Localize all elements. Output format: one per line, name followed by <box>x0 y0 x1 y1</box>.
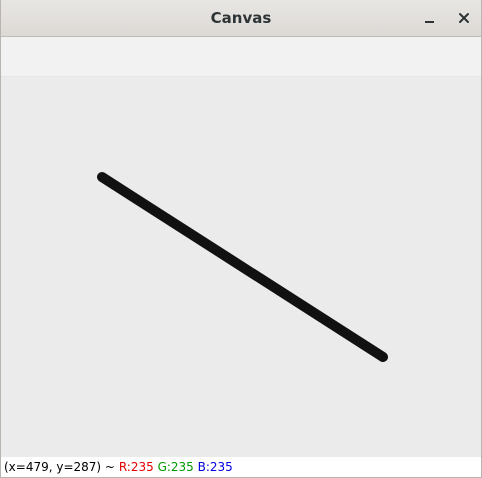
canvas-surface[interactable] <box>1 77 481 457</box>
pixel-green-value: G:235 <box>157 460 194 474</box>
status-bar: (x=479, y=287) ~ R:235 G:235 B:235 <box>1 457 481 477</box>
close-icon <box>459 13 469 23</box>
pixel-blue-value: B:235 <box>197 460 233 474</box>
close-button[interactable] <box>454 8 474 28</box>
cursor-coordinates: (x=479, y=287) ~ <box>4 460 115 474</box>
toolbar <box>1 37 481 77</box>
app-window: Canvas (x=479, y=287) ~ R:235 G:235 B:23… <box>0 0 482 478</box>
title-bar[interactable]: Canvas <box>1 0 481 37</box>
minimize-icon <box>425 21 434 23</box>
window-title: Canvas <box>210 9 272 27</box>
drawn-line <box>97 172 388 362</box>
minimize-button[interactable] <box>420 8 440 28</box>
pixel-red-value: R:235 <box>118 460 154 474</box>
drawing-canvas[interactable] <box>1 77 481 457</box>
